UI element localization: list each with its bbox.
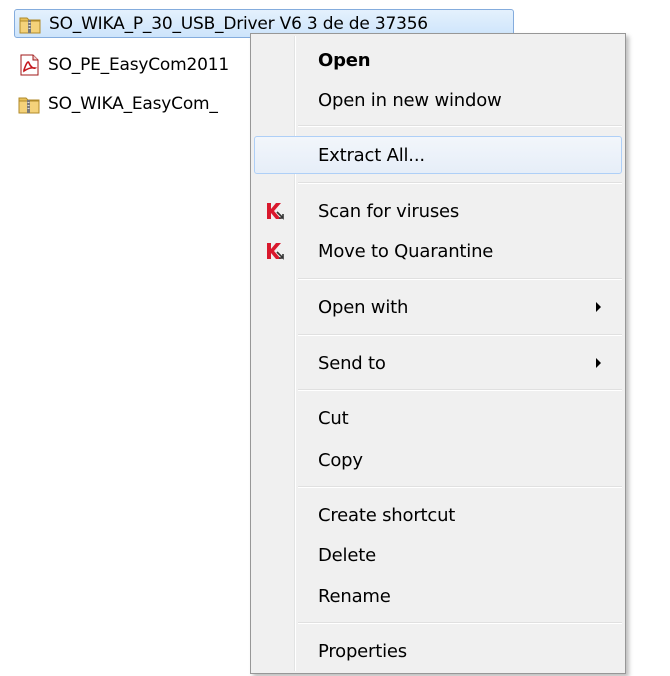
menu-item-send-to[interactable]: Send to xyxy=(254,344,622,382)
menu-separator xyxy=(298,334,622,336)
menu-item-label: Rename xyxy=(318,585,391,607)
menu-item-label: Copy xyxy=(318,449,363,471)
menu-item-move-quarantine[interactable]: Move to Quarantine xyxy=(254,232,622,270)
file-name: SO_PE_EasyCom2011 xyxy=(48,54,229,75)
menu-item-rename[interactable]: Rename xyxy=(254,577,622,615)
menu-item-open-new-window[interactable]: Open in new window xyxy=(254,81,622,119)
menu-item-label: Open in new window xyxy=(318,89,502,111)
menu-item-properties[interactable]: Properties xyxy=(254,632,622,670)
menu-item-scan-viruses[interactable]: Scan for viruses xyxy=(254,192,622,230)
menu-item-label: Delete xyxy=(318,544,376,566)
menu-item-label: Open xyxy=(318,49,371,71)
menu-item-cut[interactable]: Cut xyxy=(254,399,622,437)
file-name: SO_WIKA_EasyCom_ xyxy=(48,93,218,114)
menu-item-label: Create shortcut xyxy=(318,504,456,526)
menu-separator xyxy=(298,486,622,488)
menu-separator xyxy=(298,389,622,391)
pdf-icon xyxy=(18,54,40,76)
menu-item-label: Cut xyxy=(318,407,349,429)
menu-separator xyxy=(298,622,622,624)
kaspersky-icon xyxy=(265,201,285,221)
menu-item-label: Extract All... xyxy=(318,144,425,166)
menu-item-open[interactable]: Open xyxy=(254,41,622,79)
zip-folder-icon xyxy=(19,13,41,35)
menu-item-label: Send to xyxy=(318,352,386,374)
menu-item-open-with[interactable]: Open with xyxy=(254,288,622,326)
chevron-right-icon xyxy=(596,302,601,312)
zip-folder-icon xyxy=(18,93,40,115)
file-item-pdf[interactable]: SO_PE_EasyCom2011 xyxy=(14,50,250,79)
menu-item-label: Open with xyxy=(318,296,409,318)
kaspersky-icon xyxy=(265,241,285,261)
menu-item-create-shortcut[interactable]: Create shortcut xyxy=(254,496,622,534)
menu-separator xyxy=(298,125,622,127)
menu-item-label: Move to Quarantine xyxy=(318,240,494,262)
menu-item-extract-all[interactable]: Extract All... xyxy=(254,136,622,174)
chevron-right-icon xyxy=(596,358,601,368)
menu-separator xyxy=(298,278,622,280)
file-name: SO_WIKA_P_30_USB_Driver V6 3 de de 37356 xyxy=(49,13,428,34)
context-menu: Open Open in new window Extract All... S… xyxy=(250,33,626,674)
menu-separator xyxy=(298,182,622,184)
menu-item-label: Properties xyxy=(318,640,407,662)
file-item-zip-easycom[interactable]: SO_WIKA_EasyCom_ xyxy=(14,89,250,118)
menu-item-label: Scan for viruses xyxy=(318,200,460,222)
menu-item-copy[interactable]: Copy xyxy=(254,441,622,479)
menu-item-delete[interactable]: Delete xyxy=(254,536,622,574)
